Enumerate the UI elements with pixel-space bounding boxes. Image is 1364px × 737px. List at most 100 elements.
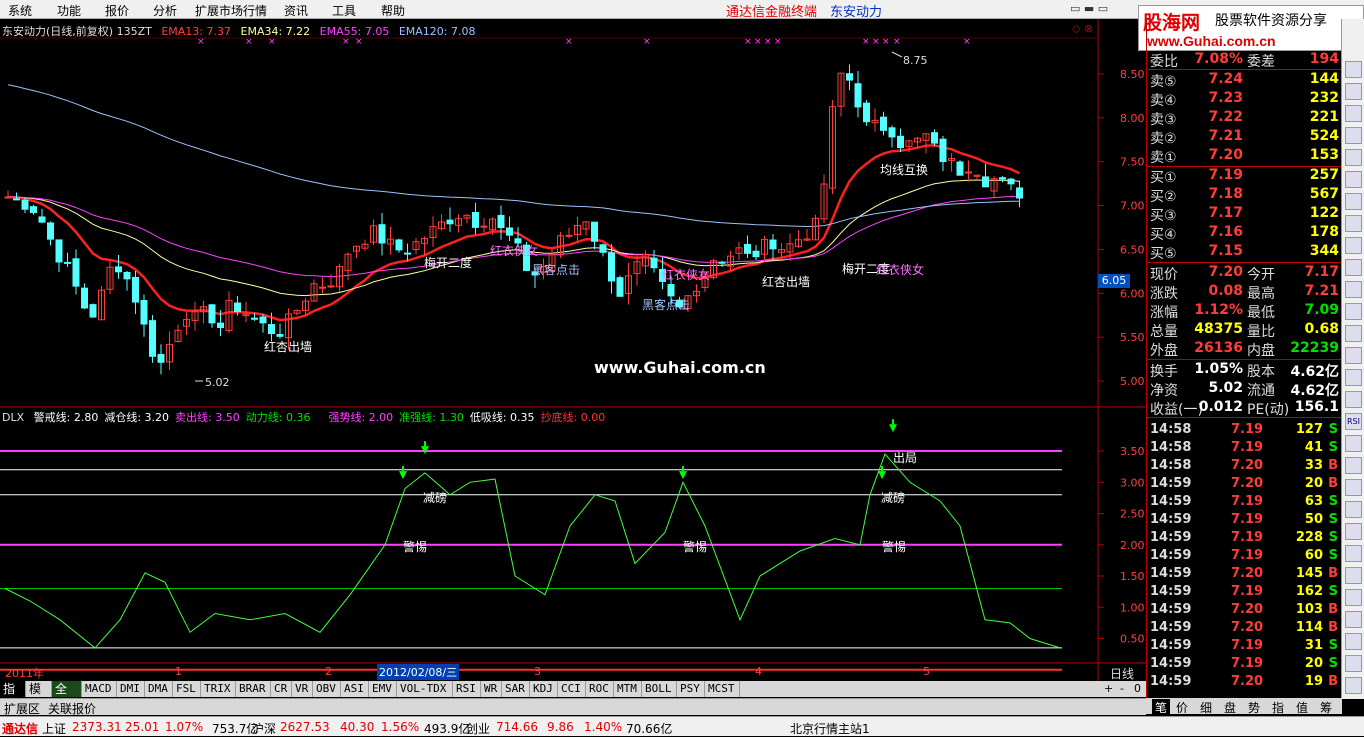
- tick-time: 14:59: [1150, 638, 1192, 653]
- menu-news[interactable]: 资讯: [284, 2, 308, 19]
- candle-body: [268, 324, 275, 335]
- candle-body: [319, 286, 326, 289]
- candle-body: [667, 284, 675, 297]
- quote-stat-row: 现价 7.20 今开 7.17: [1147, 264, 1343, 283]
- quote-label: 今开: [1247, 267, 1275, 283]
- toolbar-tool-icon[interactable]: [1345, 237, 1362, 254]
- quote-tab[interactable]: 盘: [1224, 699, 1236, 716]
- toolbar-tool-icon[interactable]: [1345, 215, 1362, 232]
- candle-body: [47, 222, 54, 240]
- menu-function[interactable]: 功能: [57, 2, 81, 19]
- window-controls[interactable]: ▭ ▬ ▭: [1070, 2, 1108, 15]
- quote-label: 买④: [1150, 227, 1177, 243]
- tab-asi[interactable]: ASI: [341, 681, 369, 697]
- quote-tab[interactable]: 筹: [1320, 699, 1332, 716]
- tab-rsi[interactable]: RSI: [453, 681, 481, 697]
- toolbar-tool-icon[interactable]: [1345, 171, 1362, 188]
- quote-value: 122: [1309, 205, 1339, 221]
- toolbar-tool-icon[interactable]: [1345, 127, 1362, 144]
- quote-tab[interactable]: 势: [1248, 699, 1260, 716]
- toolbar-tool-icon[interactable]: [1345, 611, 1362, 628]
- quote-tab[interactable]: 价: [1176, 699, 1188, 716]
- chart-area[interactable]: × × × × × × × × × × × × × × × × 红杏出墙 梅开二度 红衣侠女 黑客点击 红衣侠女 黑客点击…: [0, 19, 1146, 681]
- tab-trix[interactable]: TRIX: [201, 681, 236, 697]
- toolbar-tool-icon[interactable]: [1345, 655, 1362, 672]
- toolbar-tool-icon[interactable]: [1345, 567, 1362, 584]
- toolbar-tool-icon[interactable]: [1345, 479, 1362, 496]
- toolbar-tool-icon[interactable]: [1345, 369, 1362, 386]
- tab-全部[interactable]: 全部: [52, 681, 82, 712]
- tab-macd[interactable]: MACD: [82, 681, 117, 697]
- toolbar-tool-icon[interactable]: [1345, 259, 1362, 276]
- tab-wr[interactable]: WR: [481, 681, 502, 697]
- tick-time: 14:59: [1150, 584, 1192, 599]
- toolbar-tool-icon[interactable]: [1345, 589, 1362, 606]
- toolbar-tool-icon[interactable]: [1345, 347, 1362, 364]
- tab-mtm[interactable]: MTM: [614, 681, 642, 697]
- toolbar-tool-icon[interactable]: RSI: [1345, 413, 1362, 430]
- tab-extension-area[interactable]: 扩展区: [4, 700, 40, 717]
- quote-tab[interactable]: 值: [1296, 699, 1308, 716]
- tick-side: B: [1328, 566, 1338, 581]
- toolbar-tool-icon[interactable]: [1345, 193, 1362, 210]
- quote-label: 买①: [1150, 170, 1177, 186]
- toolbar-tool-icon[interactable]: [1345, 391, 1362, 408]
- menu-help[interactable]: 帮助: [381, 2, 405, 19]
- tab-boll[interactable]: BOLL: [642, 681, 677, 697]
- tick-volume: 20: [1304, 656, 1323, 671]
- tab-vol-tdx[interactable]: VOL-TDX: [397, 681, 453, 697]
- candle-body: [956, 161, 964, 176]
- toolbar-tool-icon[interactable]: [1345, 105, 1362, 122]
- tab-cr[interactable]: CR: [271, 681, 292, 697]
- menu-system[interactable]: 系统: [8, 2, 32, 19]
- tick-price: 7.19: [1231, 422, 1264, 437]
- toolbar-tool-icon[interactable]: [1345, 523, 1362, 540]
- candle-body: [497, 214, 505, 229]
- indicator-annotation: 出局: [893, 451, 917, 465]
- toolbar-tool-icon[interactable]: [1345, 633, 1362, 650]
- menu-extended-market[interactable]: 扩展市场行情: [195, 2, 267, 19]
- tab-dma[interactable]: DMA: [145, 681, 173, 697]
- period-label[interactable]: 日线: [1110, 665, 1134, 682]
- toolbar-tool-icon[interactable]: [1345, 61, 1362, 78]
- reset-button[interactable]: 0: [1134, 682, 1141, 695]
- menu-tools[interactable]: 工具: [332, 2, 356, 19]
- toolbar-tool-icon[interactable]: [1345, 545, 1362, 562]
- tab-kdj[interactable]: KDJ: [530, 681, 558, 697]
- tab-psy[interactable]: PSY: [677, 681, 705, 697]
- tab-指标[interactable]: 指标: [0, 681, 26, 712]
- zoom-out-button[interactable]: -: [1120, 682, 1124, 695]
- chart-settings-icon[interactable]: ◇ ⊗: [1072, 22, 1093, 35]
- tab-obv[interactable]: OBV: [313, 681, 341, 697]
- menu-analysis[interactable]: 分析: [153, 2, 177, 19]
- toolbar-tool-icon[interactable]: [1345, 281, 1362, 298]
- tab-roc[interactable]: ROC: [586, 681, 614, 697]
- tab-cci[interactable]: CCI: [558, 681, 586, 697]
- quote-tab[interactable]: 笔: [1152, 699, 1171, 716]
- quote-label: 现价: [1150, 267, 1178, 283]
- toolbar-tool-icon[interactable]: [1345, 325, 1362, 342]
- toolbar-tool-icon[interactable]: [1345, 83, 1362, 100]
- toolbar-tool-icon[interactable]: [1345, 303, 1362, 320]
- tab-mcst[interactable]: MCST: [705, 681, 740, 697]
- toolbar-tool-icon[interactable]: [1345, 501, 1362, 518]
- tab-sar[interactable]: SAR: [502, 681, 530, 697]
- quote-tab[interactable]: 细: [1200, 699, 1212, 716]
- kline-chart[interactable]: × × × × × × × × × × × × × × × ×红杏出墙梅开二度红衣侠女黑客点击 红衣侠女黑客点击…: [0, 19, 1146, 681]
- tab-brar[interactable]: BRAR: [236, 681, 271, 697]
- menu-quote[interactable]: 报价: [105, 2, 129, 19]
- tab-fsl[interactable]: FSL: [173, 681, 201, 697]
- tab-dmi[interactable]: DMI: [117, 681, 145, 697]
- toolbar-tool-icon[interactable]: [1345, 677, 1362, 694]
- tab-related-quotes[interactable]: 关联报价: [48, 700, 96, 717]
- zoom-in-button[interactable]: +: [1104, 682, 1113, 695]
- tab-模板[interactable]: 模板: [26, 681, 52, 712]
- toolbar-tool-icon[interactable]: [1345, 149, 1362, 166]
- quote-tab[interactable]: 指: [1272, 699, 1284, 716]
- toolbar-tool-icon[interactable]: [1345, 457, 1362, 474]
- toolbar-tool-icon[interactable]: [1345, 435, 1362, 452]
- status-item[interactable]: 通达信: [2, 720, 38, 737]
- tab-vr[interactable]: VR: [292, 681, 313, 697]
- tab-emv[interactable]: EMV: [369, 681, 397, 697]
- candle-body: [217, 322, 224, 328]
